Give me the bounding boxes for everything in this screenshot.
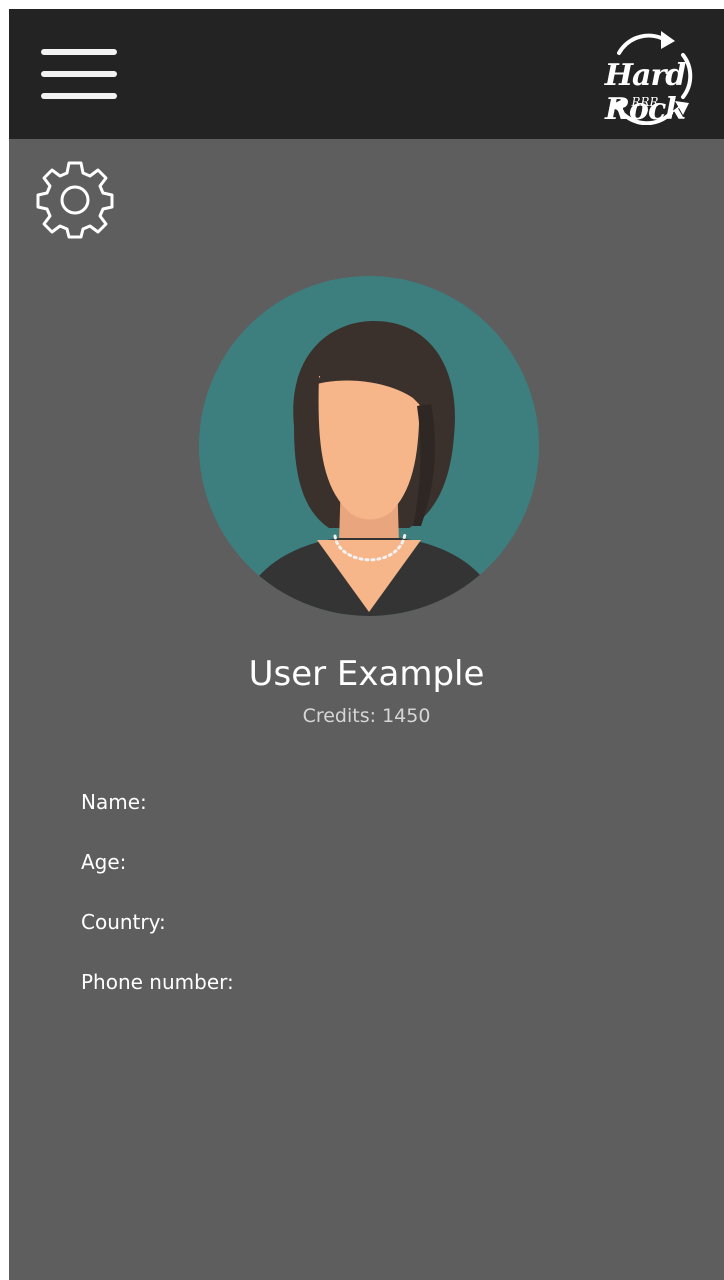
top-bar: Hard Rock RRR <box>9 9 724 139</box>
country-field-label: Country: <box>81 910 166 934</box>
profile-screen: Hard Rock RRR User Example Credits: 1450… <box>9 9 724 1280</box>
phone-number-field-label: Phone number: <box>81 970 234 994</box>
logo-subtext: RRR <box>631 95 659 109</box>
credits-display: Credits: 1450 <box>9 703 724 729</box>
credits-label: Credits: <box>302 705 377 727</box>
credits-value: 1450 <box>382 705 431 727</box>
hard-rock-logo[interactable]: Hard Rock RRR <box>571 25 719 127</box>
hamburger-menu-icon[interactable] <box>39 47 119 101</box>
woman-avatar <box>199 276 539 616</box>
gear-icon[interactable] <box>34 157 116 239</box>
logo-wordmark: Hard Rock <box>604 58 687 127</box>
age-field-label: Age: <box>81 850 127 874</box>
name-field-label: Name: <box>81 790 147 814</box>
user-name: User Example <box>248 654 485 694</box>
